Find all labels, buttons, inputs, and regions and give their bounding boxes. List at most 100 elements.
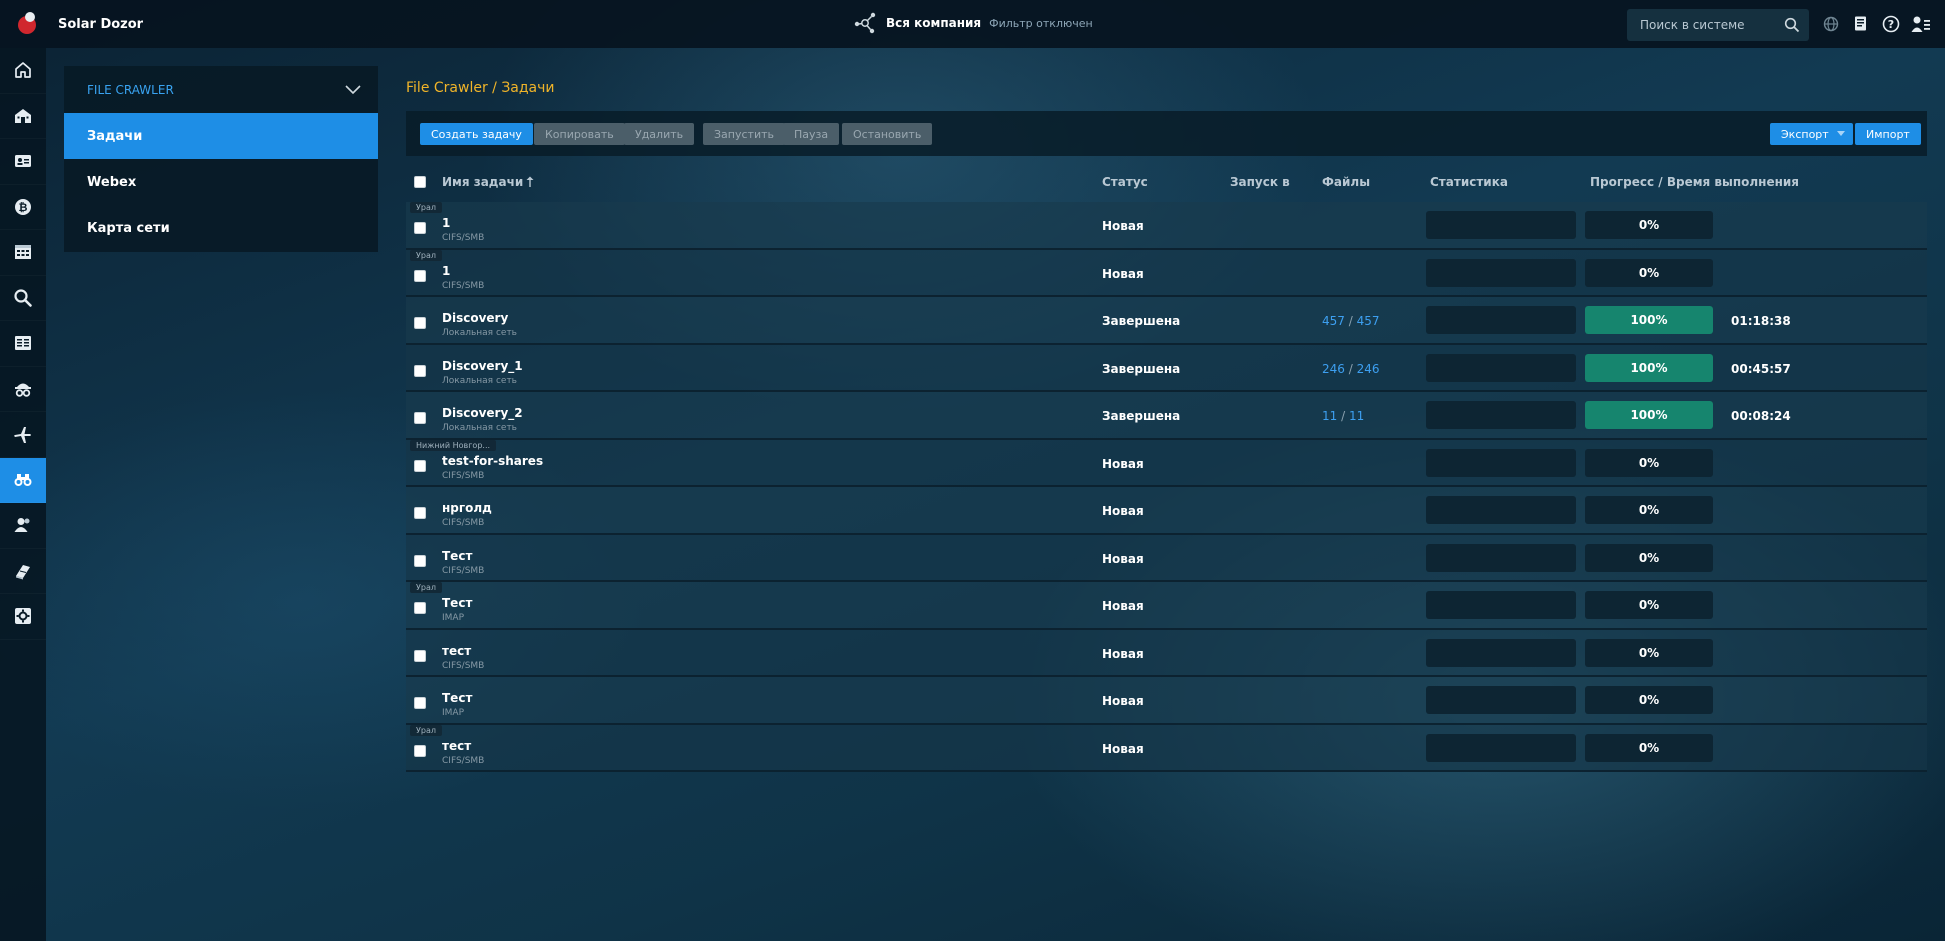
table-row[interactable]: нрголд CIFS/SMB Новая 0% [406,487,1927,535]
row-checkbox[interactable] [414,459,426,472]
table-row[interactable]: Нижний Новгор... test-for-shares CIFS/SMB Н… [406,439,1927,487]
rail-item-search[interactable] [0,276,46,322]
row-checkbox[interactable] [414,744,426,757]
rail-item-calendar[interactable] [0,230,46,276]
start-button[interactable]: Запустить [703,123,785,145]
execution-time: 01:18:38 [1731,314,1791,328]
files-processed-link[interactable]: 246 [1322,362,1345,376]
document-icon[interactable] [1850,13,1872,35]
task-name[interactable]: Тест [442,549,472,563]
pause-button[interactable]: Пауза [783,123,840,145]
task-name[interactable]: тест [442,739,471,753]
task-status: Новая [1102,266,1144,281]
task-name[interactable]: 1 [442,264,450,278]
task-protocol: CIFS/SMB [442,280,485,291]
rail-item-dossier[interactable] [0,367,46,413]
books-icon [16,564,30,580]
task-name[interactable]: Тест [442,596,472,610]
progress-percent: 100% [1630,313,1668,327]
column-header-status[interactable]: Статус [1102,164,1148,200]
row-checkbox[interactable] [414,554,426,567]
rail-item-users[interactable] [0,503,46,549]
table-row[interactable]: Тест CIFS/SMB Новая 0% [406,534,1927,582]
table-row[interactable]: Урал 1 CIFS/SMB Новая 0% [406,249,1927,297]
search-icon[interactable] [1784,17,1800,33]
rail-item-reports[interactable] [0,321,46,367]
rail-item-library[interactable] [0,549,46,595]
rail-item-home[interactable] [0,48,46,94]
task-status: Новая [1102,599,1144,613]
task-name[interactable]: Discovery [442,311,508,325]
task-name[interactable]: Discovery_1 [442,359,523,373]
user-menu-icon[interactable] [1910,13,1932,35]
row-checkbox[interactable] [414,602,426,614]
rail-item-travel[interactable] [0,412,46,458]
files-total-link[interactable]: 246 [1357,362,1380,376]
column-header-name[interactable]: Имя задачи [442,164,534,200]
rail-item-persons[interactable] [0,139,46,185]
menu-item-network-map[interactable]: Карта сети [64,205,378,251]
task-protocol: CIFS/SMB [442,470,485,481]
task-name[interactable]: 1 [442,216,450,230]
import-button[interactable]: Импорт [1855,123,1921,145]
select-all-checkbox[interactable] [414,176,426,188]
column-header-progress[interactable]: Прогресс / Время выполнения [1590,164,1799,200]
file-crawler-menu-header[interactable]: FILE CRAWLER [64,66,378,113]
table-row[interactable]: Тест IMAP Новая 0% [406,677,1927,725]
table-row[interactable]: Discovery Локальная сеть Завершена 457 / 4… [406,297,1927,345]
company-filter[interactable]: Вся компания Фильтр отключен [852,10,1093,36]
column-header-launch[interactable]: Запуск в [1230,164,1290,200]
rail-item-organization[interactable] [0,94,46,140]
task-name[interactable]: Тест [442,691,472,705]
menu-item-webex[interactable]: Webex [64,159,378,205]
row-checkbox[interactable] [414,412,426,424]
row-checkbox[interactable] [414,364,426,377]
files-total-link[interactable]: 457 [1357,314,1380,328]
table-row[interactable]: Discovery_1 Локальная сеть Завершена 246 /… [406,344,1927,392]
stop-button[interactable]: Остановить [842,123,933,145]
files-processed-link[interactable]: 11 [1322,409,1337,423]
table-row[interactable]: тест CIFS/SMB Новая 0% [406,629,1927,677]
task-name[interactable]: test-for-shares [442,454,543,468]
statistics-bar [1426,543,1576,572]
progress-percent: 0% [1638,265,1660,280]
delete-button[interactable]: Удалить [624,123,695,145]
files-total-link[interactable]: 11 [1349,409,1364,423]
menu-item-tasks[interactable]: Задачи [64,113,378,159]
table-row[interactable]: Discovery_2 Локальная сеть Завершена 11 / … [406,392,1927,440]
progress-percent: 0% [1638,455,1660,470]
brand[interactable]: Solar Dozor [0,0,400,48]
task-protocol: CIFS/SMB [442,233,485,243]
task-name[interactable]: Discovery_2 [442,406,523,420]
row-checkbox[interactable] [414,649,426,662]
table-row[interactable]: Урал Тест IMAP Новая 0% [406,582,1927,630]
row-checkbox[interactable] [414,222,426,234]
rail-item-settings[interactable] [0,594,46,640]
row-checkbox[interactable] [414,269,426,282]
progress-percent: 100% [1630,408,1668,422]
copy-button[interactable]: Копировать [534,123,625,145]
progress-bar: 0% [1585,496,1713,524]
row-checkbox[interactable] [414,697,426,709]
globe-icon[interactable] [1820,13,1842,35]
row-checkbox[interactable] [414,317,426,329]
rail-item-crypto[interactable]: ₿ [0,185,46,231]
create-task-button[interactable]: Создать задачу [420,123,533,145]
table-row[interactable]: Урал тест CIFS/SMB Новая 0% [406,724,1927,772]
column-header-files[interactable]: Файлы [1322,164,1370,200]
table-row[interactable]: Урал 1 CIFS/SMB Новая 0% [406,202,1927,250]
statistics-bar [1426,211,1576,239]
task-name[interactable]: нрголд [442,501,492,515]
task-name[interactable]: тест [442,644,471,658]
files-processed-link[interactable]: 457 [1322,314,1345,328]
progress-bar: 0% [1585,686,1713,714]
statistics-bar [1426,591,1576,619]
column-header-statistics[interactable]: Статистика [1430,164,1508,200]
row-checkbox[interactable] [414,507,426,519]
export-button[interactable]: Экспорт [1770,123,1853,145]
search-input[interactable] [1627,18,1777,32]
rail-item-file-crawler[interactable] [0,457,46,503]
task-status: Новая [1102,219,1144,233]
chevron-down-icon[interactable] [344,82,362,96]
help-icon[interactable]: ? [1880,13,1902,35]
